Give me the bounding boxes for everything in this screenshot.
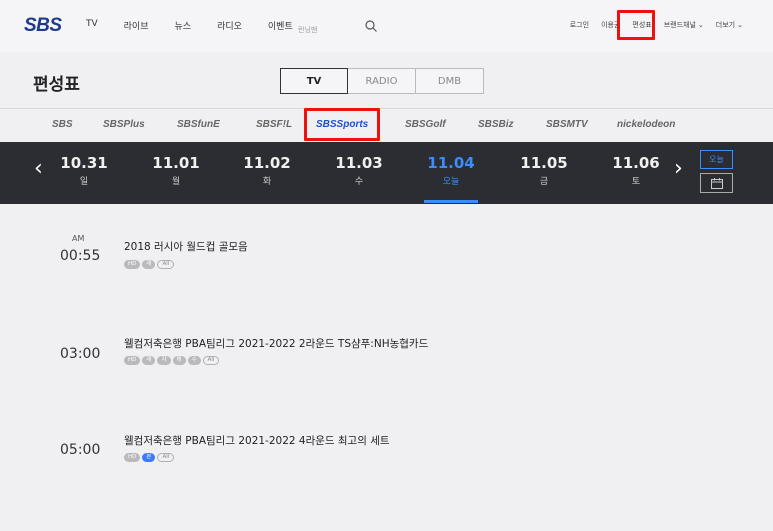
channel-list: SBS SBSPlus SBSfunE SBSF!L SBSSports SBS…: [0, 110, 773, 142]
date-label: 11.01: [152, 154, 200, 172]
search-input[interactable]: [298, 21, 358, 39]
weekday-label: 월: [171, 177, 181, 187]
time-label: 00:55: [60, 248, 101, 264]
badge-group: HD 본 All: [124, 453, 176, 462]
program-title[interactable]: 웰컴저축은행 PBA팀리그 2021-2022 4라운드 최고의 세트: [124, 433, 390, 448]
rating-all-badge: All: [157, 453, 175, 462]
active-date-indicator: [424, 200, 478, 203]
channel-sbs[interactable]: SBS: [52, 119, 73, 130]
channel-sbsgolf[interactable]: SBSGolf: [405, 119, 446, 130]
weekday-label: 일: [79, 177, 89, 187]
weekday-label: 토: [631, 177, 641, 187]
weekday-label: 수: [354, 177, 364, 187]
date-item[interactable]: 11.06 토: [606, 154, 666, 187]
sign-language-badge: 수: [187, 356, 201, 365]
commentary-badge: 해: [172, 356, 186, 365]
today-button[interactable]: 오늘: [700, 150, 733, 169]
tab-dmb[interactable]: DMB: [416, 68, 484, 94]
search-icon[interactable]: [364, 19, 378, 33]
sports-highlight-box: [304, 108, 380, 141]
nav-radio[interactable]: 라디오: [217, 19, 242, 32]
weekday-label: 오늘: [442, 177, 460, 187]
calendar-button[interactable]: [700, 173, 733, 193]
hd-badge: HD: [124, 260, 141, 269]
badge-group: HD 재 자 해 수 All: [124, 356, 221, 365]
date-label: 11.03: [335, 154, 383, 172]
main-nav: TV 라이브 뉴스 라디오 이벤트: [86, 19, 319, 32]
next-arrow-icon[interactable]: ›: [674, 156, 683, 181]
more-label: 더보기: [715, 21, 736, 29]
nav-tv[interactable]: TV: [86, 19, 98, 32]
tab-tv[interactable]: TV: [280, 68, 348, 94]
tab-radio[interactable]: RADIO: [348, 68, 416, 94]
hd-badge: HD: [124, 356, 141, 365]
more-menu[interactable]: 더보기 ⌄: [716, 20, 743, 30]
date-bar: ‹ 10.31 일 11.01 월 11.02 화 11.03 수 11.04 …: [0, 142, 773, 204]
date-item[interactable]: 11.05 금: [514, 154, 574, 187]
chevron-down-icon: ⌄: [737, 21, 743, 29]
rerun-badge: 재: [142, 356, 156, 365]
subtitle-badge: 자: [157, 356, 171, 365]
date-label: 10.31: [60, 154, 108, 172]
nav-live[interactable]: 라이브: [124, 19, 149, 32]
divider: [0, 108, 773, 109]
brand-channel-menu[interactable]: 브랜드채널 ⌄: [664, 20, 704, 30]
channel-nickelodeon[interactable]: nickelodeon: [617, 119, 675, 130]
weekday-label: 화: [262, 177, 272, 187]
nav-news[interactable]: 뉴스: [175, 19, 192, 32]
weekday-label: 금: [539, 177, 549, 187]
date-label: 11.06: [612, 154, 660, 172]
search-box: [298, 17, 382, 39]
program-title[interactable]: 2018 러시아 월드컵 골모음: [124, 239, 248, 254]
date-label: 11.05: [520, 154, 568, 172]
page-title: 편성표: [33, 75, 80, 95]
chevron-down-icon: ⌄: [697, 21, 704, 29]
date-item[interactable]: 11.02 화: [237, 154, 297, 187]
rating-all-badge: All: [202, 356, 220, 365]
calendar-icon: [710, 177, 723, 189]
rating-all-badge: All: [157, 260, 175, 269]
schedule-highlight-box: [617, 10, 655, 40]
date-label: 11.04: [427, 154, 475, 172]
channel-sbsmtv[interactable]: SBSMTV: [546, 119, 588, 130]
sbs-logo[interactable]: SBS: [24, 15, 62, 37]
rerun-badge: 재: [142, 260, 156, 269]
date-item[interactable]: 11.01 월: [146, 154, 206, 187]
channel-sbsplus[interactable]: SBSPlus: [103, 119, 145, 130]
prev-arrow-icon[interactable]: ‹: [34, 156, 43, 181]
login-link[interactable]: 로그인: [570, 20, 589, 30]
time-label: 03:00: [60, 346, 101, 362]
date-item[interactable]: 11.03 수: [329, 154, 389, 187]
ampm-label: AM: [72, 234, 85, 243]
date-item-today[interactable]: 11.04 오늘: [421, 154, 481, 187]
channel-sbsbiz[interactable]: SBSBiz: [478, 119, 514, 130]
top-header: SBS TV 라이브 뉴스 라디오 이벤트 로그인 이용권 편성표 브랜드채널⌄…: [0, 0, 773, 52]
time-label: 05:00: [60, 442, 101, 458]
badge-group: HD 재 All: [124, 260, 176, 269]
channel-sbsfil[interactable]: SBSF!L: [256, 119, 292, 130]
date-item[interactable]: 10.31 일: [54, 154, 114, 187]
program-title[interactable]: 웰컴저축은행 PBA팀리그 2021-2022 2라운드 TS샴푸:NH농협카드: [124, 336, 428, 351]
nav-event[interactable]: 이벤트: [268, 19, 293, 32]
brand-channel-label: 브랜드채널: [663, 21, 696, 29]
channel-sbsfune[interactable]: SBSfunE: [177, 119, 220, 130]
hd-badge: HD: [124, 453, 141, 462]
live-original-badge: 본: [142, 453, 156, 462]
media-tabs: TV RADIO DMB: [280, 68, 484, 94]
date-label: 11.02: [243, 154, 291, 172]
